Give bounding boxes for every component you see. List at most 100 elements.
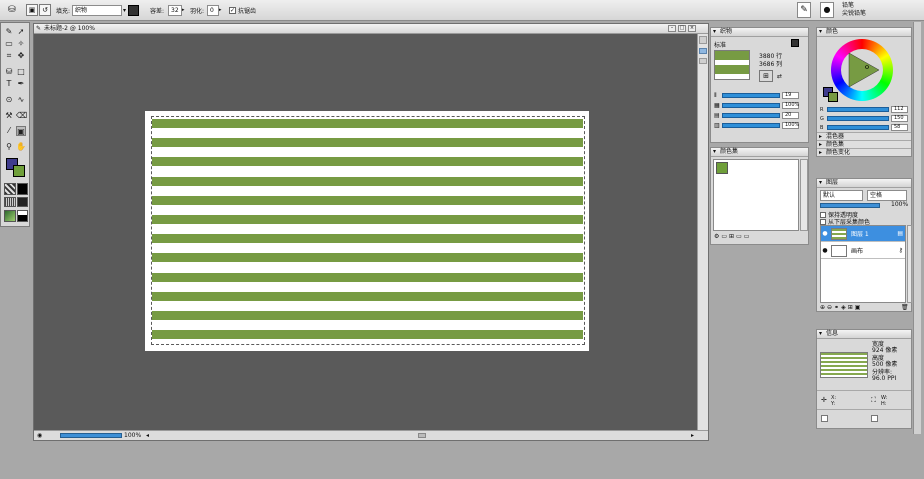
swatch-tools-icon[interactable]: ⚙▭⊞▭▭ xyxy=(714,233,751,240)
scale-value[interactable]: 100% xyxy=(782,102,799,109)
hue-wheel[interactable] xyxy=(831,39,893,101)
layer-row-canvas[interactable]: ● 画布 ⚷ xyxy=(821,243,905,259)
opacity-value[interactable]: 100% xyxy=(782,122,799,129)
look-swatch[interactable] xyxy=(17,197,28,207)
minimize-button[interactable]: – xyxy=(668,25,676,32)
text-tool-icon[interactable]: T xyxy=(4,79,14,89)
fabric-color-swatch[interactable] xyxy=(791,39,799,47)
panel-dock-scrollbar[interactable] xyxy=(913,22,921,434)
eye-icon[interactable]: ● xyxy=(821,230,829,237)
fill-tool-icon[interactable]: ▣ xyxy=(16,126,26,136)
eye-icon[interactable]: ● xyxy=(821,247,829,254)
zoom-slider[interactable] xyxy=(60,433,122,438)
green-value[interactable]: 150 xyxy=(891,115,908,122)
color-variability-tab[interactable]: 颜色变化 xyxy=(817,148,911,156)
eraser-tool-icon[interactable]: ⌫ xyxy=(16,111,27,121)
clone-tool-icon[interactable]: ⊙ xyxy=(4,95,14,105)
layer-tools-icon[interactable]: ⊕⊖⚭◈⊞▣ xyxy=(820,304,862,311)
horizontal-scroll-thumb[interactable] xyxy=(418,433,426,438)
layer-lock-icon[interactable]: ▤ xyxy=(897,230,903,237)
scroll-left-button[interactable]: ◂ xyxy=(146,432,149,439)
mixer-panel-tab[interactable]: 混色器 xyxy=(817,132,911,140)
canvas-lock-icon[interactable]: ⚷ xyxy=(899,247,903,254)
fill-mode-button[interactable]: ▣ xyxy=(26,4,38,16)
maximize-button[interactable]: □ xyxy=(678,25,686,32)
opacity-slider[interactable] xyxy=(722,123,780,128)
scroll-thumb[interactable] xyxy=(699,48,707,54)
thickness-value[interactable]: 20 xyxy=(782,112,799,119)
layer-row-1[interactable]: ● 图层 1 ▤ xyxy=(821,226,905,242)
brush-tool-icon[interactable]: ✎ xyxy=(4,27,14,37)
fill-select[interactable]: 织物 xyxy=(72,4,122,16)
green-slider[interactable] xyxy=(827,116,889,121)
close-button[interactable]: × xyxy=(688,25,696,32)
scroll-page-button[interactable] xyxy=(699,58,707,64)
antialias-checkbox[interactable]: ✓ xyxy=(229,6,236,14)
spacing-slider[interactable] xyxy=(722,93,780,98)
fabric-panel-title[interactable]: 织物 xyxy=(711,28,808,37)
pick-up-color-checkbox[interactable] xyxy=(820,218,826,225)
blend-mode-select[interactable]: 默认 xyxy=(820,190,863,201)
blend-tool-icon[interactable]: ∿ xyxy=(16,95,26,105)
stamp-tool-icon[interactable]: ⚒ xyxy=(4,111,14,121)
fill-color-swatch[interactable] xyxy=(128,4,139,16)
fabric-preset[interactable]: 标准 xyxy=(714,40,726,49)
feather-input[interactable]: 0 xyxy=(207,4,219,16)
spacing-value[interactable]: 19 xyxy=(782,92,799,99)
swatch-scrollbar[interactable] xyxy=(800,159,808,231)
brush-dot-icon[interactable]: ● xyxy=(820,2,834,18)
blue-slider[interactable] xyxy=(827,125,889,130)
vertical-scrollbar[interactable] xyxy=(697,34,708,432)
rect-select-icon[interactable]: ▭ xyxy=(4,39,14,49)
layer-list[interactable]: ● 图层 1 ▤ ● 画布 ⚷ xyxy=(820,225,906,303)
scroll-right-button[interactable]: ▸ xyxy=(691,432,694,439)
info-panel-title[interactable]: 信息 xyxy=(817,330,911,339)
fabric-grid-icon[interactable]: ⊞ xyxy=(759,70,773,82)
document-title: 未标题-2 @ 100% xyxy=(34,24,708,34)
pencil-icon[interactable]: ✎ xyxy=(797,2,811,18)
scroll-up-button[interactable] xyxy=(699,36,707,44)
color-panel-title[interactable]: 颜色 xyxy=(817,28,911,37)
canvas[interactable] xyxy=(145,111,589,351)
color-secondary-swatch[interactable] xyxy=(828,92,838,102)
shape-tool-icon[interactable]: □ xyxy=(16,67,26,77)
swatch-list[interactable] xyxy=(713,159,799,231)
pattern-swatch[interactable] xyxy=(4,183,16,195)
swatch-item[interactable] xyxy=(716,162,728,174)
red-slider[interactable] xyxy=(827,107,889,112)
feather-stepper[interactable]: ▸ xyxy=(219,7,222,13)
tolerance-input[interactable]: 32 xyxy=(168,4,182,16)
composite-method-select[interactable]: 空格 xyxy=(867,190,907,201)
nozzle-swatch[interactable] xyxy=(4,210,16,222)
zoom-tool-icon[interactable]: ⚲ xyxy=(4,142,14,152)
thickness-slider[interactable] xyxy=(722,113,780,118)
crop-tool-icon[interactable]: ⌗ xyxy=(4,51,14,61)
blue-value[interactable]: 58 xyxy=(891,124,908,131)
dropper-tool-icon[interactable]: ⁄ xyxy=(4,126,14,136)
layers-panel-title[interactable]: 图层 xyxy=(817,179,911,188)
saturation-triangle[interactable] xyxy=(841,49,883,91)
transform-tool-icon[interactable]: ✥ xyxy=(16,51,26,61)
layer-scrollbar[interactable] xyxy=(907,225,912,303)
swatches-panel-title[interactable]: 颜色集 xyxy=(711,148,808,157)
paint-bucket-icon[interactable]: ⛁ xyxy=(8,4,16,16)
red-value[interactable]: 112 xyxy=(891,106,908,113)
pen-tool-icon[interactable]: ✒ xyxy=(16,79,26,89)
secondary-color-swatch[interactable] xyxy=(13,165,25,177)
gradient-swatch[interactable] xyxy=(17,183,28,195)
fabric-link-icon[interactable]: ⇄ xyxy=(777,73,782,80)
chevron-down-icon[interactable]: ▾ xyxy=(123,7,126,14)
paper-swatch[interactable] xyxy=(17,210,28,222)
hand-tool-icon[interactable]: ✋ xyxy=(16,142,26,152)
layer-opacity-slider[interactable] xyxy=(820,203,880,208)
magic-wand-icon[interactable]: ✧ xyxy=(16,39,26,49)
reset-button[interactable]: ↺ xyxy=(39,4,51,16)
color-set-panel-tab[interactable]: 颜色集 xyxy=(817,140,911,148)
weave-swatch[interactable] xyxy=(4,197,16,207)
delete-layer-icon[interactable]: 🗑 xyxy=(901,304,909,311)
arrow-tool-icon[interactable]: ➚ xyxy=(16,27,26,37)
toolbox: ✎ ➚ ▭ ✧ ⌗ ✥ ⛁ □ T ✒ ⊙ ∿ ⚒ ⌫ ⁄ ▣ ⚲ ✋ xyxy=(0,22,30,227)
tolerance-stepper[interactable]: ▸ xyxy=(182,7,185,13)
bucket-tool-icon[interactable]: ⛁ xyxy=(4,67,14,77)
scale-slider[interactable] xyxy=(722,103,780,108)
